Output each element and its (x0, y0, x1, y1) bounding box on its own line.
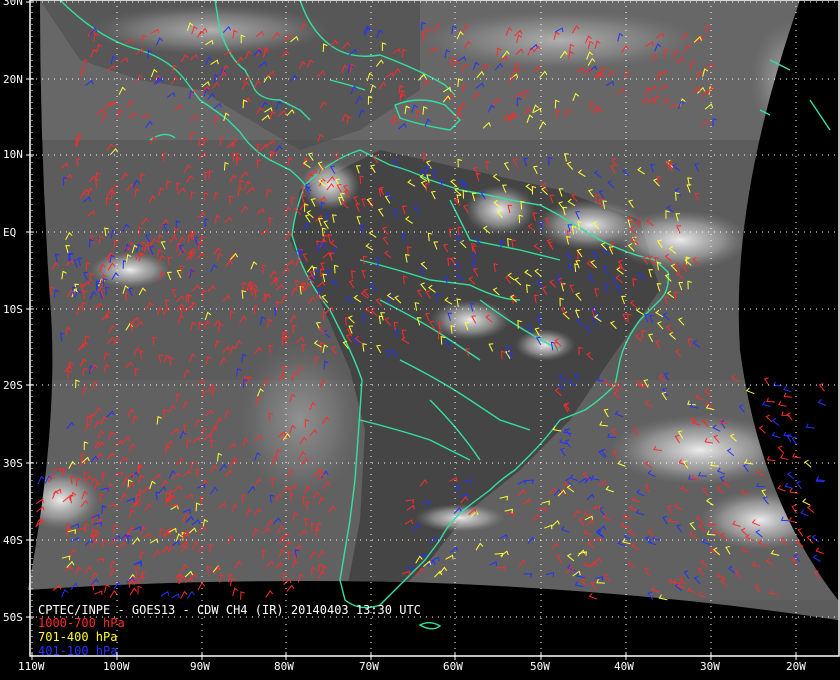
lat-label-50s: 50S (3, 611, 23, 624)
legend-high-level: 401-100 hPa (38, 644, 118, 658)
satellite-wind-map (0, 0, 840, 680)
lon-label-90w: 90W (190, 660, 210, 673)
lat-label-eq: EQ (3, 226, 17, 239)
lon-label-20w: 20W (786, 660, 806, 673)
lon-label-110w: 110W (18, 660, 45, 673)
lat-label-10n: 10N (3, 148, 23, 161)
lat-label-30n: 30N (3, 0, 23, 8)
lon-label-60w: 60W (443, 660, 463, 673)
legend-low-level: 1000-700 hPa (38, 616, 125, 630)
legend-mid-level: 701-400 hPa (38, 630, 118, 644)
lat-label-10s: 10S (3, 303, 23, 316)
lon-label-50w: 50W (530, 660, 550, 673)
lat-label-20s: 20S (3, 379, 23, 392)
lat-label-40s: 40S (3, 534, 23, 547)
satellite-imagery (28, 0, 838, 620)
lon-label-100w: 100W (103, 660, 130, 673)
lat-label-20n: 20N (3, 73, 23, 86)
lon-label-80w: 80W (274, 660, 294, 673)
lat-label-30s: 30S (3, 457, 23, 470)
lon-label-70w: 70W (359, 660, 379, 673)
lon-label-30w: 30W (700, 660, 720, 673)
lon-label-40w: 40W (614, 660, 634, 673)
